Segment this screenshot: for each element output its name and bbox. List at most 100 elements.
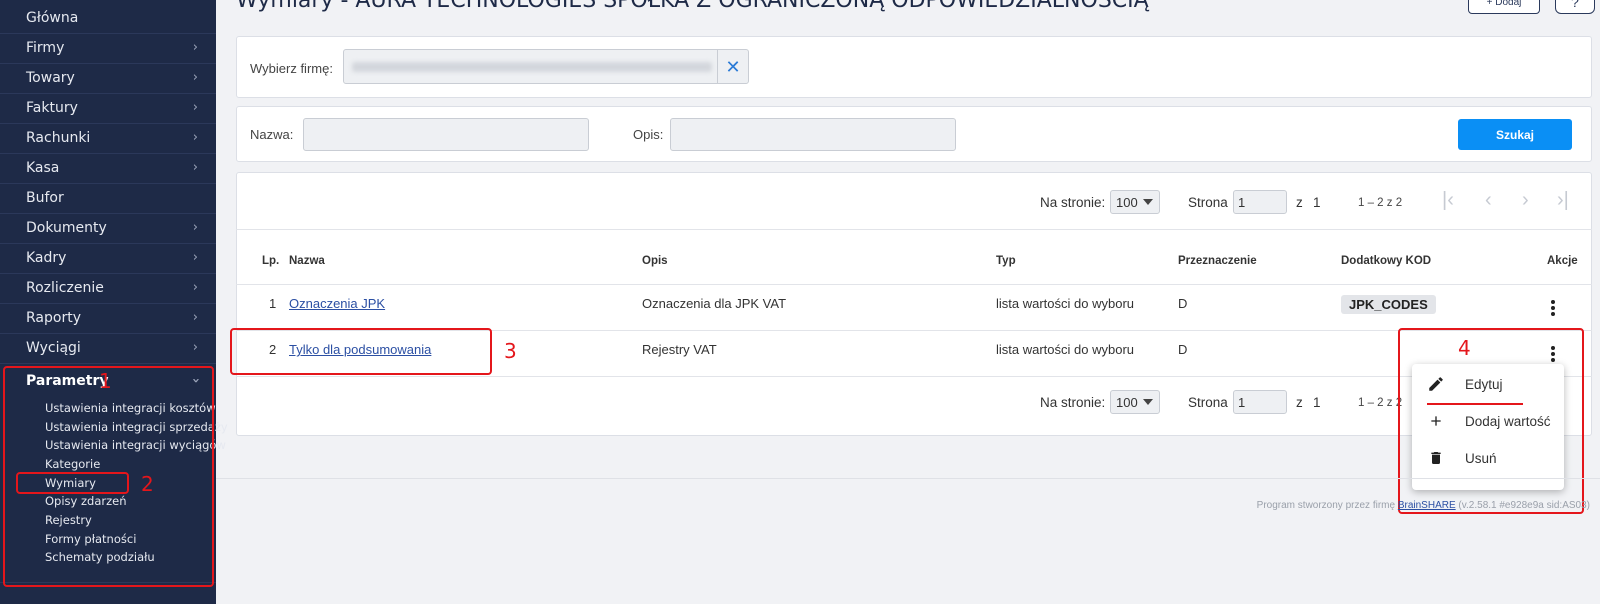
- chevron-right-icon: ›: [192, 130, 198, 145]
- chevron-right-icon: ›: [192, 160, 198, 175]
- chevron-right-icon: ›: [192, 310, 198, 325]
- sidebar-item-label: Wyciągi: [26, 340, 81, 356]
- sidebar-item-firmy[interactable]: Firmy ›: [0, 33, 216, 63]
- company-name-blurred: [352, 62, 712, 72]
- table-divider: [236, 229, 1592, 230]
- range-label: 1 – 2 z 2: [1358, 397, 1403, 409]
- per-page-label: Na stronie:: [1040, 195, 1106, 210]
- desc-input[interactable]: [670, 118, 956, 151]
- chevron-right-icon: ›: [192, 40, 198, 55]
- col-header-akcje: Akcje: [1547, 255, 1578, 267]
- sidebar-item-label: Kasa: [26, 160, 60, 176]
- annotation-box-4: [1398, 328, 1584, 514]
- sidebar-item-raporty[interactable]: Raporty ›: [0, 303, 216, 333]
- cell-przeznaczenie: D: [1178, 296, 1188, 311]
- total-pages: 1: [1313, 395, 1321, 410]
- range-label: 1 – 2 z 2: [1358, 197, 1403, 209]
- help-icon: ?: [1571, 0, 1579, 10]
- sidebar-item-label: Główna: [26, 10, 79, 26]
- per-page-select[interactable]: 100: [1110, 190, 1160, 214]
- per-page-select[interactable]: 100: [1110, 390, 1160, 414]
- annotation-number-4: 4: [1458, 336, 1471, 360]
- last-page-icon[interactable]: ›|: [1557, 189, 1569, 212]
- cell-typ: lista wartości do wyboru: [996, 296, 1134, 311]
- cell-opis: Rejestry VAT: [642, 342, 717, 357]
- search-card: Nazwa: Opis: Szukaj: [236, 106, 1592, 162]
- annotation-number-1: 1: [99, 369, 112, 393]
- prev-page-icon[interactable]: ‹: [1485, 189, 1492, 212]
- chevron-right-icon: ›: [192, 250, 198, 265]
- page-input[interactable]: 1: [1233, 390, 1287, 414]
- footer-brand-link[interactable]: BrainSHARE: [1398, 500, 1456, 511]
- sidebar-item-faktury[interactable]: Faktury ›: [0, 93, 216, 123]
- sidebar-item-label: Firmy: [26, 40, 65, 56]
- sidebar-item-rachunki[interactable]: Rachunki ›: [0, 123, 216, 153]
- search-button[interactable]: Szukaj: [1458, 119, 1572, 150]
- col-header-kod[interactable]: Dodatkowy KOD: [1341, 255, 1431, 267]
- sidebar-item-kasa[interactable]: Kasa ›: [0, 153, 216, 183]
- total-pages: 1: [1313, 195, 1321, 210]
- col-header-typ[interactable]: Typ: [996, 255, 1016, 267]
- cell-przeznaczenie: D: [1178, 342, 1188, 357]
- footer-prefix: Program stworzony przez firmę: [1256, 500, 1396, 511]
- chevron-right-icon: ›: [192, 340, 198, 355]
- sidebar-item-label: Kadry: [26, 250, 67, 266]
- chevron-right-icon: ›: [192, 220, 198, 235]
- sidebar-item-label: Raporty: [26, 310, 81, 326]
- sidebar-item-label: Towary: [26, 70, 75, 86]
- sidebar-item-dokumenty[interactable]: Dokumenty ›: [0, 213, 216, 243]
- caret-down-icon: [1143, 399, 1153, 405]
- sidebar-item-label: Rachunki: [26, 130, 91, 146]
- help-button[interactable]: ?: [1555, 0, 1595, 14]
- per-page-value: 100: [1116, 394, 1138, 410]
- code-tag: JPK_CODES: [1341, 295, 1436, 314]
- sidebar-item-kadry[interactable]: Kadry ›: [0, 243, 216, 273]
- row-name-link[interactable]: Oznaczenia JPK: [289, 296, 385, 311]
- annotation-box-3: [230, 328, 492, 375]
- per-page-label: Na stronie:: [1040, 395, 1106, 410]
- add-button[interactable]: + Dodaj: [1468, 0, 1540, 14]
- footer-version: (v.2.58.1 #e928e9a sid:AS03): [1458, 500, 1590, 511]
- page-title: Wymiary - AURA TECHNOLOGIES SPÓŁKA Z OGR…: [236, 0, 1149, 13]
- next-page-icon[interactable]: ›: [1522, 189, 1529, 212]
- annotation-number-2: 2: [141, 472, 154, 496]
- table-divider: [236, 376, 1592, 377]
- name-input[interactable]: [303, 118, 589, 151]
- table-divider: [236, 284, 1592, 285]
- sidebar-item-label: Dokumenty: [26, 220, 107, 236]
- col-header-lp: Lp.: [262, 255, 280, 267]
- sidebar-item-towary[interactable]: Towary ›: [0, 63, 216, 93]
- col-header-nazwa[interactable]: Nazwa: [289, 255, 325, 267]
- sidebar-item-rozliczenie[interactable]: Rozliczenie ›: [0, 273, 216, 303]
- footer: Program stworzony przez firmę BrainSHARE…: [1257, 500, 1590, 511]
- company-select[interactable]: ✕: [343, 49, 749, 84]
- page-label: Strona: [1188, 395, 1228, 410]
- chevron-right-icon: ›: [192, 70, 198, 85]
- annotation-box-2: [16, 472, 129, 494]
- caret-down-icon: [1143, 199, 1153, 205]
- sidebar-item-glowna[interactable]: Główna: [0, 3, 216, 33]
- more-vert-icon[interactable]: [1551, 300, 1555, 316]
- cell-opis: Oznaczenia dla JPK VAT: [642, 296, 787, 311]
- sidebar-item-label: Rozliczenie: [26, 280, 104, 296]
- page-input[interactable]: 1: [1233, 190, 1287, 214]
- name-label: Nazwa:: [250, 127, 294, 142]
- page-label: Strona: [1188, 195, 1228, 210]
- chevron-right-icon: ›: [192, 100, 198, 115]
- company-label: Wybierz firmę:: [250, 61, 333, 76]
- sidebar-item-label: Faktury: [26, 100, 78, 116]
- desc-label: Opis:: [633, 127, 664, 142]
- first-page-icon[interactable]: |‹: [1442, 189, 1454, 212]
- content-divider: [216, 478, 1600, 479]
- per-page-value: 100: [1116, 194, 1138, 210]
- of-label: z: [1296, 195, 1303, 210]
- col-header-opis[interactable]: Opis: [642, 255, 668, 267]
- sidebar-divider: [0, 363, 216, 364]
- chevron-right-icon: ›: [192, 280, 198, 295]
- company-filter-card: Wybierz firmę: ✕: [236, 36, 1592, 98]
- col-header-przeznaczenie[interactable]: Przeznaczenie: [1178, 255, 1257, 267]
- sidebar-item-wyciagi[interactable]: Wyciągi ›: [0, 333, 216, 363]
- sidebar-item-bufor[interactable]: Bufor: [0, 183, 216, 213]
- annotation-number-3: 3: [504, 339, 517, 363]
- close-icon[interactable]: ✕: [717, 50, 748, 84]
